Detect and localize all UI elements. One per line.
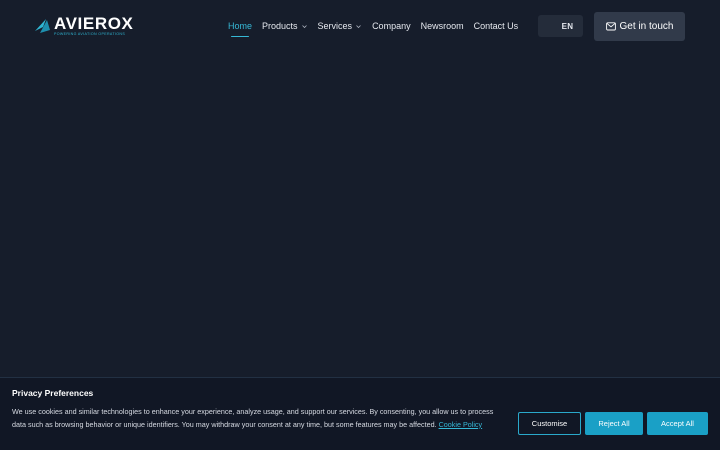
nav-item-label: Company <box>372 21 411 31</box>
nav-item-products[interactable]: Products <box>262 21 308 31</box>
brand-tagline: POWERING AVIATION OPERATIONS <box>54 32 126 36</box>
nav-item-label: Newsroom <box>420 21 464 31</box>
get-in-touch-button[interactable]: Get in touch <box>594 12 685 41</box>
language-selector[interactable]: EN <box>538 15 583 37</box>
site-header: AVIEROX POWERING AVIATION OPERATIONS Hom… <box>0 0 720 52</box>
nav-item-services[interactable]: Services <box>318 21 363 31</box>
logo-mark-icon <box>35 19 50 33</box>
accept-all-button[interactable]: Accept All <box>647 412 708 435</box>
nav-item-label: Contact Us <box>473 21 519 31</box>
main-nav: Home Products Services Company Newsroom <box>228 19 528 37</box>
nav-item-home[interactable]: Home <box>228 21 253 37</box>
customise-button[interactable]: Customise <box>518 412 581 435</box>
nav-item-contact-us[interactable]: Contact Us <box>474 21 519 31</box>
nav-item-label: Home <box>228 21 253 31</box>
get-in-touch-label: Get in touch <box>619 21 674 32</box>
cookie-banner: Privacy Preferences We use cookies and s… <box>0 377 720 450</box>
chevron-down-icon <box>301 23 308 30</box>
cookie-title: Privacy Preferences <box>12 388 94 398</box>
mail-icon <box>605 22 616 31</box>
brand-logo[interactable]: AVIEROX POWERING AVIATION OPERATIONS <box>34 14 138 38</box>
reject-all-button[interactable]: Reject All <box>585 412 643 435</box>
nav-item-company[interactable]: Company <box>372 21 411 31</box>
nav-item-newsroom[interactable]: Newsroom <box>421 21 464 31</box>
nav-item-label: Products <box>262 21 298 31</box>
brand-name: AVIEROX <box>54 14 134 33</box>
cookie-body: We use cookies and similar technologies … <box>12 407 494 429</box>
nav-item-label: Services <box>317 21 353 31</box>
cookie-policy-link[interactable]: Cookie Policy <box>439 420 483 429</box>
page: AVIEROX POWERING AVIATION OPERATIONS Hom… <box>0 0 720 450</box>
language-label: EN <box>561 21 574 31</box>
chevron-down-icon <box>355 23 362 30</box>
cookie-text: We use cookies and similar technologies … <box>12 406 500 431</box>
